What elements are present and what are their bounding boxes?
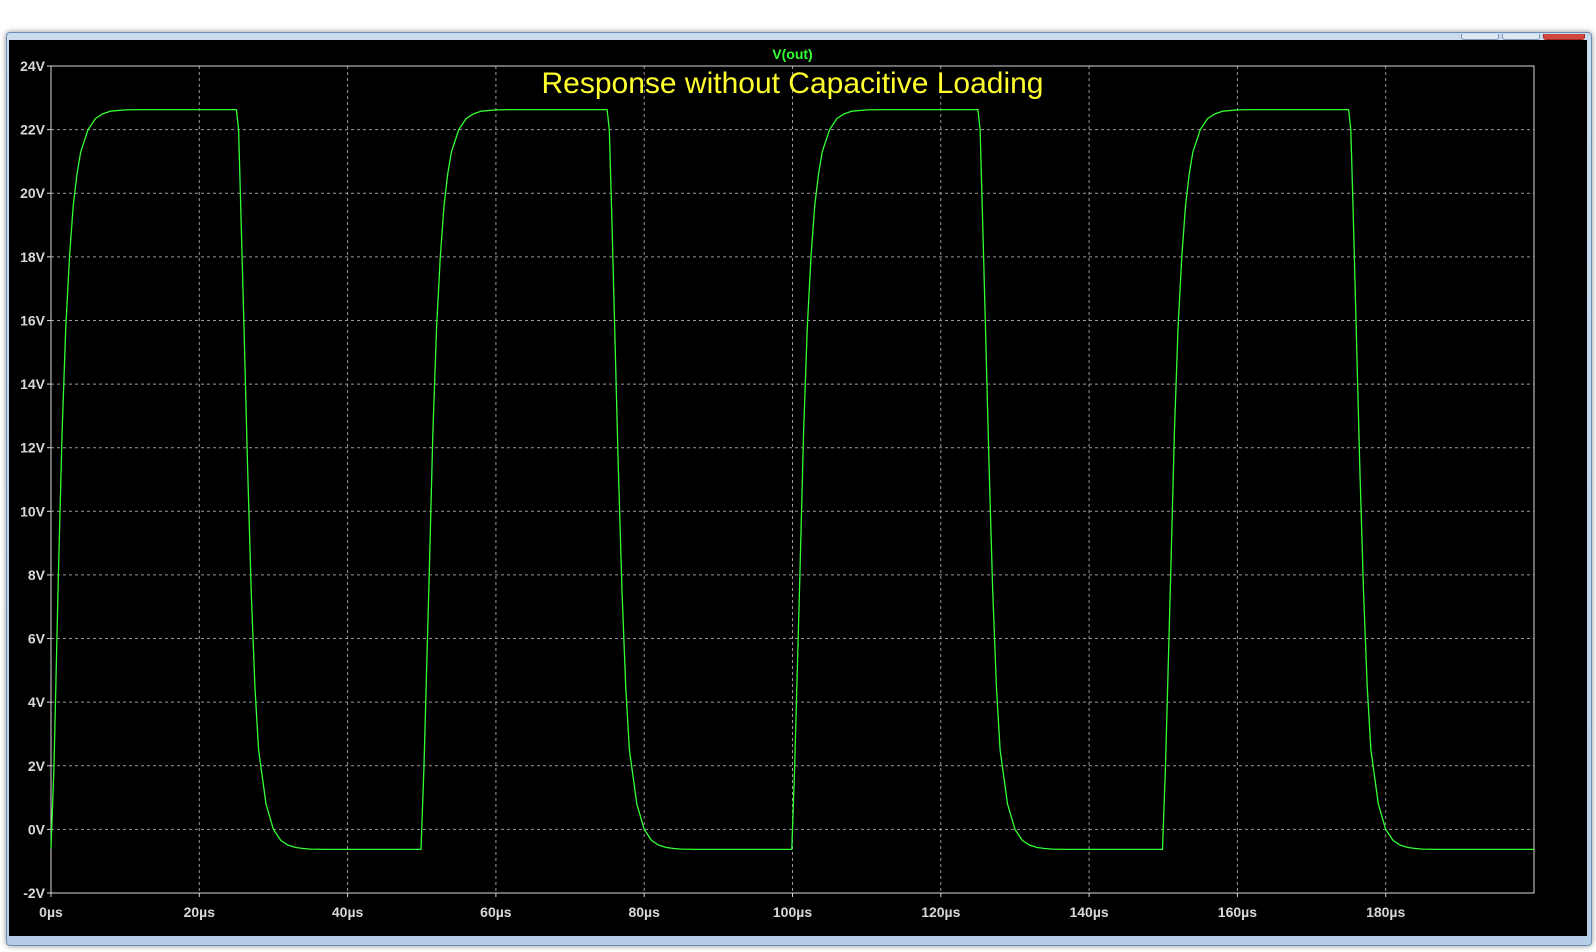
y-tick-label: 12V xyxy=(20,440,46,456)
x-tick-label: 40µs xyxy=(332,904,364,920)
x-tick-label: 60µs xyxy=(480,904,512,920)
grid xyxy=(51,66,1534,893)
y-tick-label: 24V xyxy=(20,58,46,74)
y-tick-label: 8V xyxy=(28,567,46,583)
x-tick-label: 100µs xyxy=(773,904,812,920)
x-tick-label: 140µs xyxy=(1069,904,1108,920)
x-tick-label: 80µs xyxy=(628,904,660,920)
y-tick-label: 10V xyxy=(20,503,46,519)
y-tick-label: 2V xyxy=(28,758,46,774)
plot-pane[interactable]: 0µs 20µs 40µs 60µs 80µs 100µs 120µs 140µs 160µs 1… xyxy=(9,40,1587,936)
waveform-chart: 0µs 20µs 40µs 60µs 80µs 100µs 120µs 140µs 160µs 1… xyxy=(20,46,1535,920)
x-tick-label: 180µs xyxy=(1366,904,1405,920)
y-tick-label: 4V xyxy=(28,694,46,710)
x-tick-label: 120µs xyxy=(921,904,960,920)
y-tick-label: 6V xyxy=(28,631,46,647)
y-tick-label: 20V xyxy=(20,185,46,201)
window-controls xyxy=(1461,34,1585,40)
y-tick-label: 18V xyxy=(20,249,46,265)
x-tick-label: 0µs xyxy=(39,904,63,920)
trace-label-vout[interactable]: V(out) xyxy=(772,46,812,62)
x-tick-label: 160µs xyxy=(1218,904,1257,920)
y-tick-label: 22V xyxy=(20,122,46,138)
y-tick-label: 14V xyxy=(20,376,46,392)
y-tick-label: -2V xyxy=(23,885,45,901)
y-tick-label: 0V xyxy=(28,821,46,837)
y-tick-label: 16V xyxy=(20,312,46,328)
axis-ticks: 0µs 20µs 40µs 60µs 80µs 100µs 120µs 140µs 160µs 1… xyxy=(20,58,1405,920)
x-tick-label: 20µs xyxy=(184,904,216,920)
chart-title: Response without Capacitive Loading xyxy=(542,67,1044,100)
